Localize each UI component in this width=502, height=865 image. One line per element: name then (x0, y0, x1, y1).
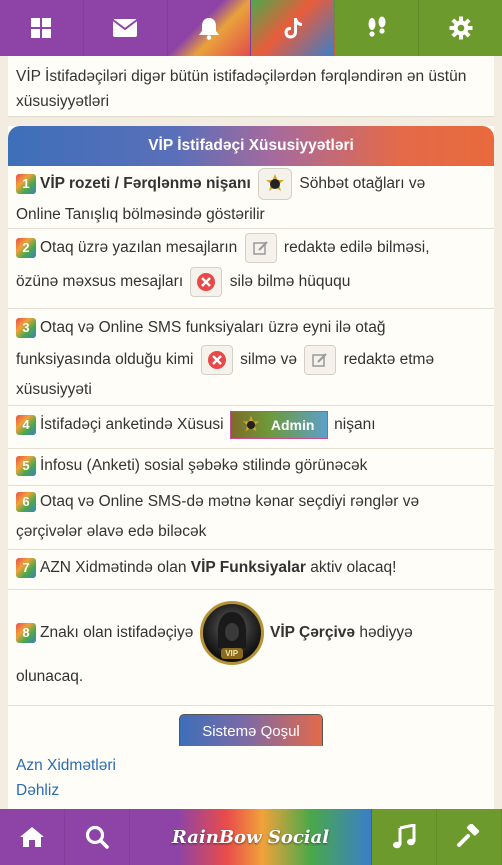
bottom-nav: RainBow Social (0, 809, 502, 865)
feature-text: aktiv olacaq! (310, 559, 397, 576)
delete-icon (200, 345, 233, 375)
feature-text: çərçivələr əlavə edə biləcək (16, 523, 207, 540)
feature-text: İstifadəçi anketində Xüsusi (40, 416, 224, 433)
feature-item-2: 2 Otaq üzrə yazılan mesajların redaktə ed… (8, 233, 494, 309)
feature-text: silə bilmə hüququ (229, 273, 351, 291)
number-badge: 5 (16, 455, 36, 476)
feature-text-bold: VİP Çərçivə (269, 624, 356, 641)
search-icon (85, 825, 109, 849)
nav-auction-button[interactable] (437, 809, 502, 865)
delete-icon (190, 267, 223, 298)
number-badge: 3 (16, 317, 36, 338)
feature-item-4: 4 İstifadəçi anketində Xüsusi Admin nişan… (8, 410, 494, 449)
intro-text: VİP İstifadəçiləri digər bütün istifadəç… (16, 68, 467, 110)
feature-item-3: 3 Otaq və Online SMS funksiyaları üzrə ey… (8, 313, 494, 406)
edit-icon (304, 345, 337, 375)
feature-text: funksiyasında olduğu kimi (16, 351, 194, 369)
crown-star-icon (242, 415, 260, 432)
grid-icon (31, 18, 52, 38)
feature-item-8: 8 Znakı olan istifadəçiyə VIP VİP Çərçivə… (8, 600, 494, 706)
nav-home-button[interactable] (0, 809, 65, 865)
number-badge: 8 (16, 622, 36, 643)
panel-title: VİP İstifadəçi Xüsusiyyətləri (148, 137, 354, 154)
feature-item-1: 1 VİP rozeti / Fərqlənmə nişanı Söhbət ot… (8, 168, 494, 229)
links-box: Azn Xidmətləri Dəhliz (8, 746, 494, 810)
nav-menu-button[interactable] (0, 0, 84, 56)
feature-text: özünə məxsus mesajları (16, 273, 184, 291)
brand-logo[interactable]: RainBow Social (130, 809, 372, 865)
join-system-button[interactable]: Sistemə Qoşul (179, 714, 323, 750)
feature-text: İnfosu (Anketi) sosial şəbəkə stilində g… (40, 457, 368, 474)
feature-text: hədiyyə (359, 624, 413, 641)
nav-tiktok-button[interactable] (251, 0, 336, 56)
vip-badge-icon (258, 168, 293, 200)
footprints-icon (368, 16, 386, 37)
lobby-link[interactable]: Dəhliz (16, 778, 494, 803)
feature-text: VİP rozeti / Fərqlənmə nişanı (40, 175, 251, 193)
feature-item-6: 6 Otaq və Online SMS-də mətnə kənar seçdi… (8, 487, 494, 550)
feature-text: Online Tanışlıq bölməsində göstərilir (16, 206, 265, 223)
feature-text: Znakı olan istifadəçiyə (40, 624, 194, 641)
azn-services-link[interactable]: Azn Xidmətləri (16, 753, 494, 778)
edit-icon (244, 233, 277, 263)
feature-text: nişanı (334, 416, 376, 433)
number-badge: 7 (16, 557, 36, 578)
tiktok-icon (284, 18, 302, 39)
feature-text-bold: VİP Funksiyalar (190, 559, 306, 576)
admin-badge: Admin (229, 410, 328, 439)
feature-text: olunacaq. (16, 668, 84, 685)
vip-frame-avatar: VIP (199, 600, 264, 665)
feature-text: silmə və (240, 351, 297, 369)
feature-text: redaktə edilə bilməsi, (283, 239, 430, 257)
nav-music-button[interactable] (372, 809, 437, 865)
feature-item-5: 5 İnfosu (Anketi) sosial şəbəkə stilində … (8, 451, 494, 486)
feature-text: Otaq və Online SMS-də mətnə kənar seçdiy… (40, 493, 420, 510)
bell-icon (199, 18, 220, 40)
number-badge: 2 (16, 238, 36, 258)
number-badge: 1 (16, 174, 36, 194)
nav-messages-button[interactable] (83, 0, 168, 56)
nav-settings-button[interactable] (419, 0, 502, 56)
feature-text: Otaq və Online SMS funksiyaları üzrə eyn… (40, 319, 386, 336)
feature-text: Söhbət otağları və (299, 175, 426, 193)
feature-text: Otaq üzrə yazılan mesajların (40, 239, 238, 257)
hammer-icon (457, 824, 480, 847)
vip-frame-label: VIP (220, 647, 243, 659)
gear-icon (449, 16, 473, 40)
music-icon (393, 824, 416, 849)
panel-header: VİP İstifadəçi Xüsusiyyətləri (8, 126, 494, 166)
nav-notifications-button[interactable] (167, 0, 252, 56)
home-icon (20, 827, 44, 847)
nav-visitors-button[interactable] (335, 0, 420, 56)
feature-text: redaktə etmə (343, 351, 435, 369)
top-nav (0, 0, 502, 56)
nav-search-button[interactable] (65, 809, 130, 865)
admin-badge-label: Admin (270, 416, 315, 433)
number-badge: 6 (16, 491, 36, 512)
feature-text: xüsusiyyəti (16, 381, 92, 399)
feature-text: AZN Xidmətində olan (40, 559, 187, 576)
brand-text: RainBow Social (171, 826, 330, 848)
vip-features-panel: VİP İstifadəçi Xüsusiyyətləri 1 VİP rozet… (8, 126, 494, 806)
number-badge: 4 (16, 414, 36, 435)
intro-box: VİP İstifadəçiləri digər bütün istifadəç… (8, 56, 494, 117)
feature-item-7: 7 AZN Xidmətində olan VİP Funksiyalar akt… (8, 553, 494, 590)
mail-icon (112, 19, 138, 37)
